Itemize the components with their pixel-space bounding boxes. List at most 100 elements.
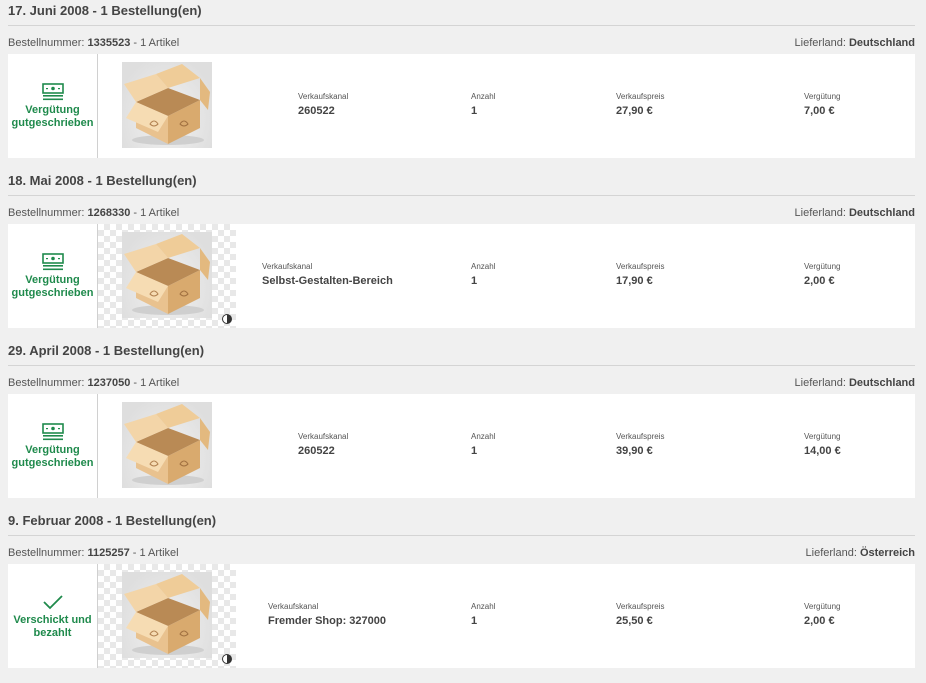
delivery-country-line: Lieferland: Österreich — [806, 547, 915, 559]
quantity-column: Anzahl 1 — [471, 92, 495, 117]
product-thumbnail[interactable] — [98, 394, 236, 498]
quantity-value: 1 — [471, 615, 478, 627]
commission-value: 14,00 € — [804, 445, 841, 457]
product-thumbnail[interactable] — [98, 564, 236, 668]
commission-label: Vergütung — [804, 602, 841, 611]
order-date-header: 9. Februar 2008 - 1 Bestellung(en) — [8, 513, 915, 536]
product-thumbnail[interactable] — [98, 54, 236, 158]
status-line-1: Verschickt und — [13, 613, 92, 626]
order-card[interactable]: Vergütung gutgeschrieben Verkaufskanal 2… — [8, 54, 915, 158]
order-group: 18. Mai 2008 - 1 Bestellung(en) Bestelln… — [8, 170, 915, 340]
sales-channel-label: Verkaufskanal — [262, 262, 313, 271]
article-count: - 1 Artikel — [133, 377, 180, 389]
quantity-label: Anzahl — [471, 432, 496, 441]
status-line-1: Vergütung — [25, 443, 80, 456]
price-column: Verkaufspreis 27,90 € — [616, 92, 664, 117]
status-line-2: gutgeschrieben — [11, 286, 94, 299]
sales-channel-column: Verkaufskanal Selbst-Gestalten-Bereich — [262, 262, 393, 287]
order-number-line: Bestellnummer: 1335523 - 1 Artikel — [8, 37, 179, 49]
order-card[interactable]: Verschickt und bezahlt Verkaufskanal Fre… — [8, 564, 915, 668]
sales-channel-column: Verkaufskanal 260522 — [298, 432, 348, 457]
order-number-label: Bestellnummer: — [8, 207, 85, 219]
box-icon — [122, 572, 212, 658]
article-count: - 1 Artikel — [133, 207, 180, 219]
delivery-country-label: Lieferland: — [805, 547, 857, 559]
commission-value: 2,00 € — [804, 275, 835, 287]
sales-channel-value: 260522 — [298, 105, 335, 117]
order-card[interactable]: Vergütung gutgeschrieben Verkaufskanal 2… — [8, 394, 915, 498]
commission-value: 2,00 € — [804, 615, 835, 627]
order-group: 29. April 2008 - 1 Bestellung(en) Bestel… — [8, 340, 915, 510]
box-icon — [122, 402, 212, 488]
price-value: 39,90 € — [616, 445, 653, 457]
sales-channel-label: Verkaufskanal — [298, 432, 349, 441]
contrast-icon[interactable] — [222, 314, 232, 324]
order-date-header: 18. Mai 2008 - 1 Bestellung(en) — [8, 173, 915, 196]
article-count: - 1 Artikel — [132, 547, 179, 559]
price-column: Verkaufspreis 17,90 € — [616, 262, 664, 287]
quantity-label: Anzahl — [471, 92, 496, 101]
status-line-1: Vergütung — [25, 103, 80, 116]
quantity-label: Anzahl — [471, 262, 496, 271]
order-status: Vergütung gutgeschrieben — [8, 54, 98, 158]
order-number-line: Bestellnummer: 1268330 - 1 Artikel — [8, 207, 179, 219]
commission-value: 7,00 € — [804, 105, 835, 117]
money-icon — [42, 423, 64, 441]
commission-column: Vergütung 2,00 € — [804, 262, 840, 287]
sales-channel-value: Selbst-Gestalten-Bereich — [262, 275, 393, 287]
delivery-country-label: Lieferland: — [794, 37, 846, 49]
sales-channel-column: Verkaufskanal 260522 — [298, 92, 348, 117]
delivery-country: Deutschland — [848, 37, 915, 49]
order-number: 1125257 — [87, 547, 130, 559]
box-icon — [122, 62, 212, 148]
order-status: Verschickt und bezahlt — [8, 564, 98, 668]
status-line-2: gutgeschrieben — [11, 116, 94, 129]
order-number: 1237050 — [87, 377, 131, 389]
order-card[interactable]: Vergütung gutgeschrieben Verkaufskanal S… — [8, 224, 915, 328]
delivery-country: Österreich — [859, 547, 915, 559]
delivery-country-line: Lieferland: Deutschland — [795, 207, 915, 219]
price-column: Verkaufspreis 25,50 € — [616, 602, 664, 627]
order-status: Vergütung gutgeschrieben — [8, 394, 98, 498]
article-count: - 1 Artikel — [133, 37, 180, 49]
contrast-icon[interactable] — [222, 654, 232, 664]
orders-list: 17. Juni 2008 - 1 Bestellung(en) Bestell… — [0, 0, 926, 680]
status-line-1: Vergütung — [25, 273, 80, 286]
price-label: Verkaufspreis — [616, 92, 665, 101]
box-icon — [122, 232, 212, 318]
quantity-value: 1 — [471, 445, 478, 457]
order-number-label: Bestellnummer: — [8, 377, 85, 389]
money-icon — [42, 83, 64, 101]
commission-label: Vergütung — [804, 262, 841, 271]
order-date-header: 29. April 2008 - 1 Bestellung(en) — [8, 343, 915, 366]
money-icon — [42, 253, 64, 271]
order-number: 1335523 — [87, 37, 131, 49]
order-meta: Bestellnummer: 1335523 - 1 Artikel Liefe… — [8, 37, 915, 49]
delivery-country-label: Lieferland: — [794, 207, 846, 219]
order-meta: Bestellnummer: 1268330 - 1 Artikel Liefe… — [8, 207, 915, 219]
quantity-column: Anzahl 1 — [471, 262, 495, 287]
order-number-line: Bestellnummer: 1125257 - 1 Artikel — [8, 547, 179, 559]
price-column: Verkaufspreis 39,90 € — [616, 432, 664, 457]
price-label: Verkaufspreis — [616, 432, 665, 441]
order-meta: Bestellnummer: 1237050 - 1 Artikel Liefe… — [8, 377, 915, 389]
quantity-value: 1 — [471, 275, 478, 287]
delivery-country-line: Lieferland: Deutschland — [795, 377, 915, 389]
sales-channel-label: Verkaufskanal — [298, 92, 349, 101]
commission-label: Vergütung — [804, 432, 841, 441]
price-label: Verkaufspreis — [616, 602, 665, 611]
delivery-country-label: Lieferland: — [794, 377, 846, 389]
status-line-2: gutgeschrieben — [11, 456, 94, 469]
order-number-label: Bestellnummer: — [8, 547, 85, 559]
commission-column: Vergütung 2,00 € — [804, 602, 840, 627]
quantity-column: Anzahl 1 — [471, 602, 495, 627]
quantity-column: Anzahl 1 — [471, 432, 495, 457]
order-group: 9. Februar 2008 - 1 Bestellung(en) Beste… — [8, 510, 915, 680]
price-value: 27,90 € — [616, 105, 653, 117]
sales-channel-label: Verkaufskanal — [268, 602, 319, 611]
order-number-line: Bestellnummer: 1237050 - 1 Artikel — [8, 377, 179, 389]
product-thumbnail[interactable] — [98, 224, 236, 328]
price-label: Verkaufspreis — [616, 262, 665, 271]
status-line-2: bezahlt — [33, 626, 72, 639]
delivery-country: Deutschland — [848, 207, 915, 219]
